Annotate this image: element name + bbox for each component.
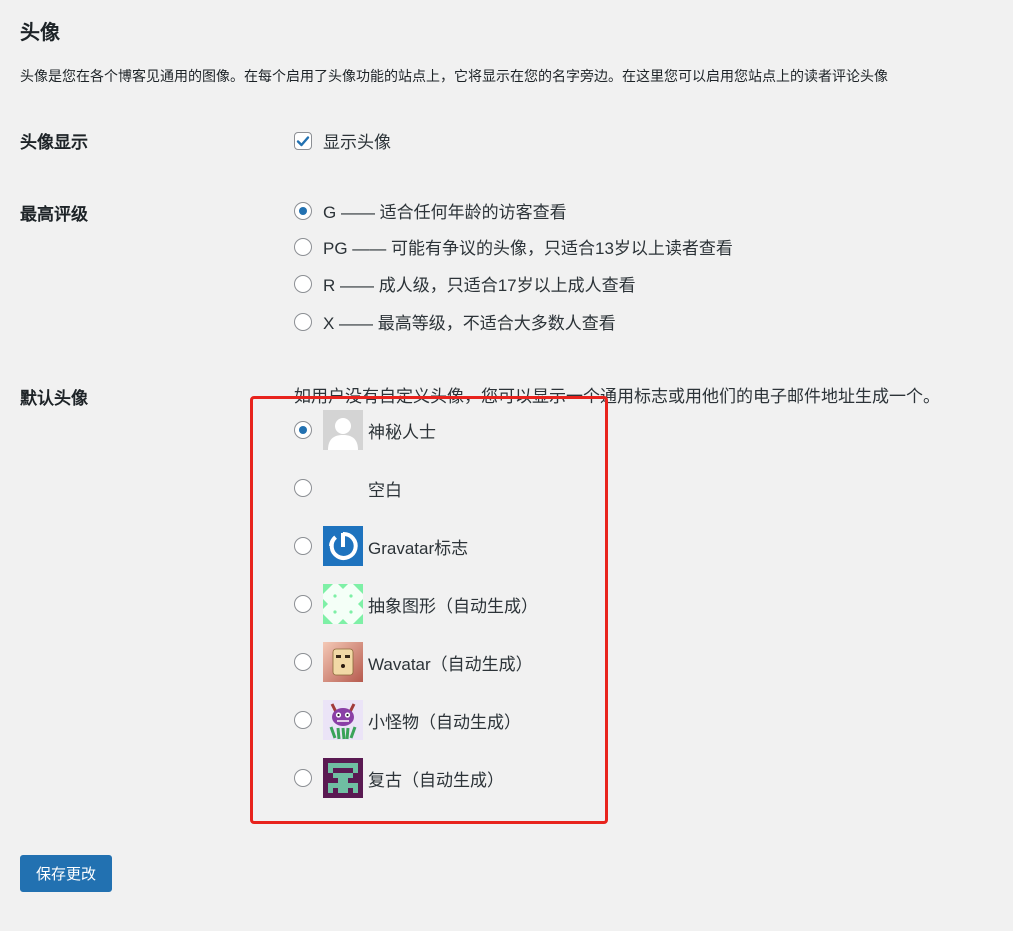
show-avatars-option[interactable]: 显示头像 xyxy=(294,128,391,153)
mystery-person-icon xyxy=(323,410,363,450)
wavatar-radio[interactable] xyxy=(294,653,312,671)
checkmark-icon xyxy=(296,135,310,146)
rating-g-label: G —— 适合任何年龄的访客查看 xyxy=(323,203,567,222)
retro-radio[interactable] xyxy=(294,769,312,787)
default-avatar-option-identicon[interactable]: 抽象图形（自动生成） xyxy=(294,584,538,624)
show-avatars-checkbox[interactable] xyxy=(294,131,312,150)
retro-label: 复古（自动生成） xyxy=(368,770,504,790)
mystery-label: 神秘人士 xyxy=(368,422,436,442)
rating-option-g[interactable]: G —— 适合任何年龄的访客查看 xyxy=(294,198,567,223)
retro-icon xyxy=(323,758,363,798)
mystery-radio[interactable] xyxy=(294,421,312,439)
monsterid-radio[interactable] xyxy=(294,711,312,729)
rating-option-x[interactable]: X —— 最高等级，不适合大多数人查看 xyxy=(294,309,616,334)
monsterid-icon xyxy=(323,700,363,740)
default-avatar-option-wavatar[interactable]: Wavatar（自动生成） xyxy=(294,642,533,682)
identicon-radio[interactable] xyxy=(294,595,312,613)
rating-x-label: X —— 最高等级，不适合大多数人查看 xyxy=(323,314,616,333)
monsterid-label: 小怪物（自动生成） xyxy=(368,712,521,732)
default-avatar-label: 默认头像 xyxy=(20,389,88,408)
show-avatars-label: 显示头像 xyxy=(323,133,391,152)
rating-option-r[interactable]: R —— 成人级，只适合17岁以上成人查看 xyxy=(294,271,636,296)
identicon-label: 抽象图形（自动生成） xyxy=(368,596,538,616)
gravatar-logo-icon xyxy=(323,526,363,566)
default-avatar-description: 如用户没有自定义头像，您可以显示一个通用标志或用他们的电子邮件地址生成一个。 xyxy=(294,387,940,406)
wavatar-label: Wavatar（自动生成） xyxy=(368,654,533,674)
wavatar-icon xyxy=(323,642,363,682)
default-avatar-option-retro[interactable]: 复古（自动生成） xyxy=(294,758,504,798)
blank-icon xyxy=(323,468,363,508)
default-avatar-option-monsterid[interactable]: 小怪物（自动生成） xyxy=(294,700,521,740)
rating-r-label: R —— 成人级，只适合17岁以上成人查看 xyxy=(323,276,636,295)
blank-radio[interactable] xyxy=(294,479,312,497)
default-avatar-option-mystery[interactable]: 神秘人士 xyxy=(294,410,436,450)
blank-label: 空白 xyxy=(368,480,402,500)
rating-option-pg[interactable]: PG —— 可能有争议的头像，只适合13岁以上读者查看 xyxy=(294,234,733,259)
save-changes-button[interactable]: 保存更改 xyxy=(20,855,112,892)
identicon-icon xyxy=(323,584,363,624)
rating-pg-label: PG —— 可能有争议的头像，只适合13岁以上读者查看 xyxy=(323,239,733,258)
default-avatar-option-gravatar[interactable]: Gravatar标志 xyxy=(294,526,468,566)
avatar-display-label: 头像显示 xyxy=(20,133,88,152)
default-avatar-option-blank[interactable]: 空白 xyxy=(294,468,402,508)
section-description: 头像是您在各个博客见通用的图像。在每个启用了头像功能的站点上，它将显示在您的名字… xyxy=(20,68,888,84)
gravatar-radio[interactable] xyxy=(294,537,312,555)
max-rating-label: 最高评级 xyxy=(20,205,88,224)
rating-x-radio[interactable] xyxy=(294,312,312,331)
page-title: 头像 xyxy=(20,22,60,44)
rating-r-radio[interactable] xyxy=(294,274,312,293)
rating-pg-radio[interactable] xyxy=(294,237,312,256)
gravatar-label: Gravatar标志 xyxy=(368,538,469,558)
rating-g-radio[interactable] xyxy=(294,201,312,220)
